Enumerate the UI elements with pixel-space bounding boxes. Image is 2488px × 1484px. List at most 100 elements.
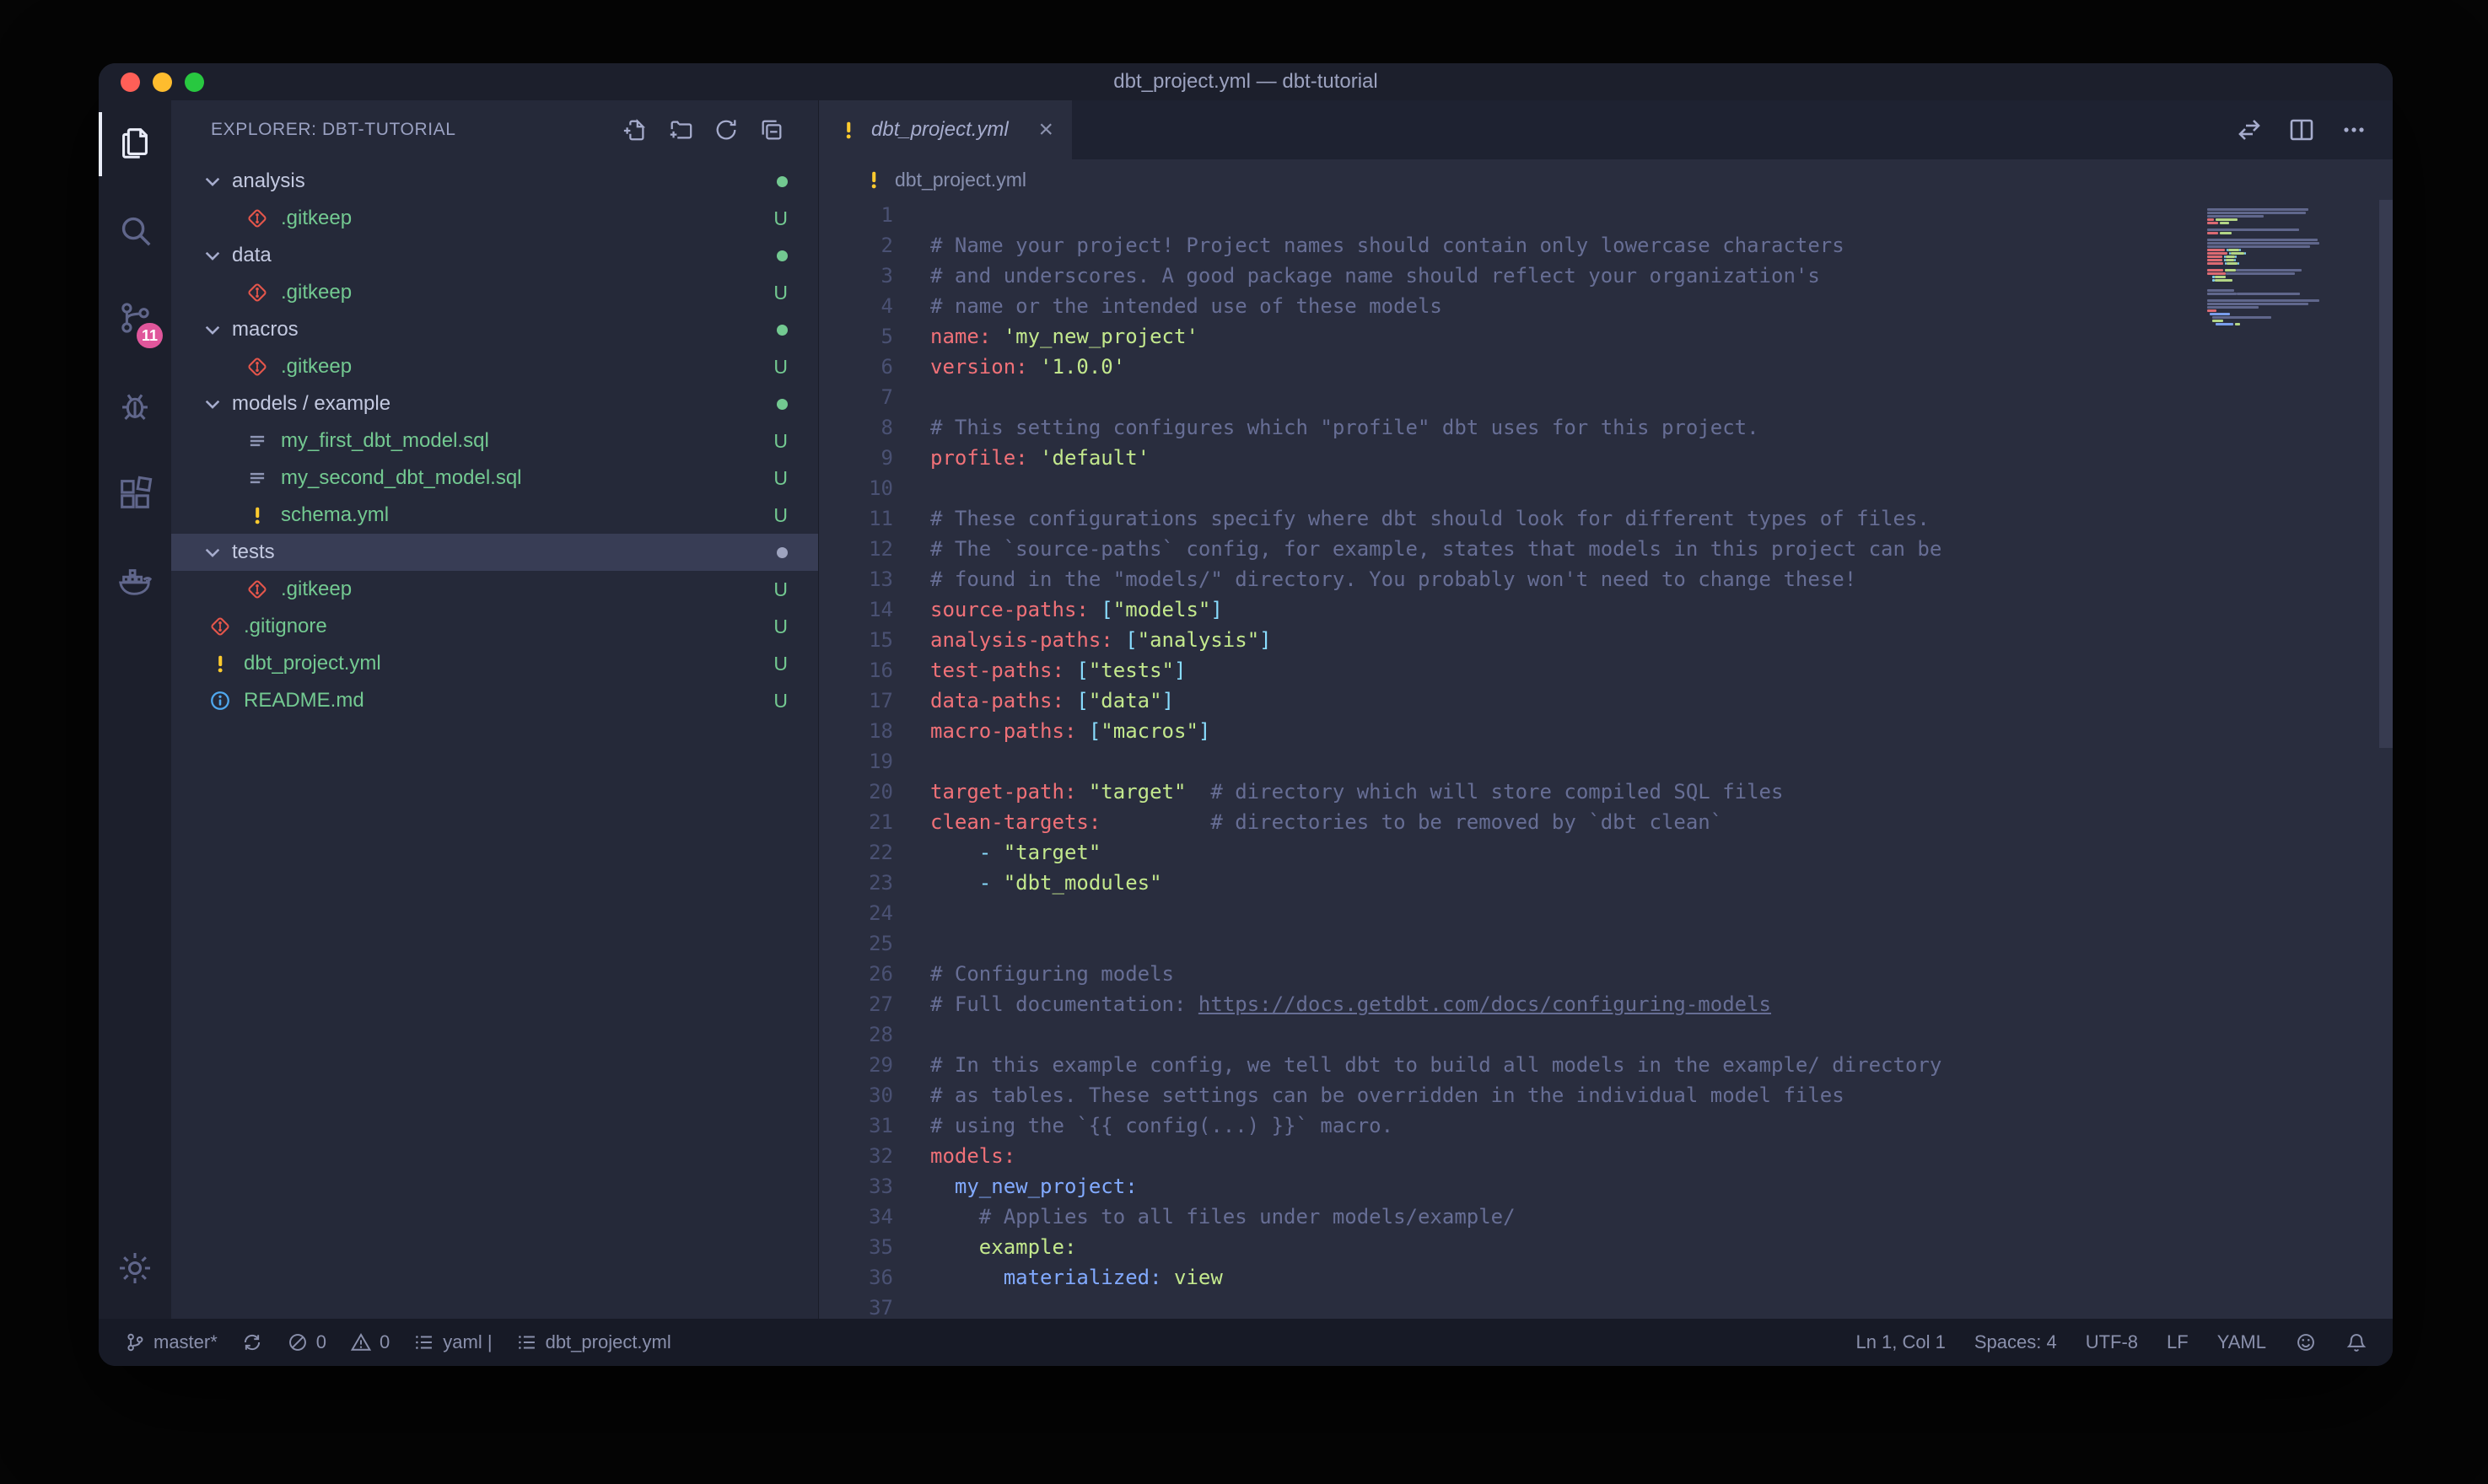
code-line-23[interactable]: 23 - "dbt_modules" (819, 868, 2393, 898)
activity-debug[interactable] (99, 363, 171, 451)
status-encoding[interactable]: UTF-8 (2086, 1331, 2138, 1353)
code-text: example: (893, 1232, 1076, 1262)
code-line-25[interactable]: 25 (819, 928, 2393, 959)
status-feedback[interactable] (2295, 1331, 2317, 1353)
code-area: 12# Name your project! Project names sho… (819, 200, 2393, 1319)
status-active-file[interactable]: dbt_project.yml (516, 1331, 671, 1353)
status-cursor-position[interactable]: Ln 1, Col 1 (1855, 1331, 1945, 1353)
minimap[interactable] (2207, 205, 2359, 330)
git-file-icon (245, 281, 269, 304)
new-file-button[interactable] (622, 117, 648, 142)
activity-search[interactable] (99, 188, 171, 276)
tree-item-my-first-dbt-model-sql[interactable]: my_first_dbt_model.sqlU (171, 422, 818, 460)
activity-docker[interactable] (99, 539, 171, 626)
code-line-20[interactable]: 20target-path: "target" # directory whic… (819, 777, 2393, 807)
code-line-28[interactable]: 28 (819, 1019, 2393, 1050)
tree-item-data[interactable]: data (171, 237, 818, 274)
more-actions-button[interactable] (2340, 116, 2367, 143)
code-line-32[interactable]: 32models: (819, 1141, 2393, 1171)
status-warnings[interactable]: 0 (350, 1331, 390, 1353)
code-text: materialized: view (893, 1262, 1223, 1293)
code-line-19[interactable]: 19 (819, 746, 2393, 777)
code-line-26[interactable]: 26# Configuring models (819, 959, 2393, 989)
code-line-1[interactable]: 1 (819, 200, 2393, 230)
tree-item-tests[interactable]: tests (171, 534, 818, 571)
code-line-17[interactable]: 17data-paths: ["data"] (819, 686, 2393, 716)
breadcrumb[interactable]: dbt_project.yml (819, 159, 2393, 200)
collapse-folders-button[interactable] (759, 117, 784, 142)
activity-explorer[interactable] (99, 100, 171, 188)
code-line-35[interactable]: 35 example: (819, 1232, 2393, 1262)
open-changes-button[interactable] (2236, 116, 2263, 143)
code-line-18[interactable]: 18macro-paths: ["macros"] (819, 716, 2393, 746)
tree-item-gitkeep[interactable]: .gitkeepU (171, 274, 818, 311)
tree-item-readme-md[interactable]: README.mdU (171, 682, 818, 719)
code-line-37[interactable]: 37 (819, 1293, 2393, 1319)
tab-close-icon[interactable]: × (1038, 117, 1053, 142)
line-number: 29 (819, 1050, 893, 1080)
code-line-31[interactable]: 31# using the `{{ config(...) }}` macro. (819, 1110, 2393, 1141)
tree-item-dbt-project-yml[interactable]: dbt_project.ymlU (171, 645, 818, 682)
code-line-10[interactable]: 10 (819, 473, 2393, 503)
line-number: 24 (819, 898, 893, 928)
git-untracked-badge: U (773, 504, 788, 527)
code-line-29[interactable]: 29# In this example config, we tell dbt … (819, 1050, 2393, 1080)
code-line-12[interactable]: 12# The `source-paths` config, for examp… (819, 534, 2393, 564)
status-git-branch[interactable]: master* (124, 1331, 218, 1353)
split-editor-button[interactable] (2288, 116, 2315, 143)
editor[interactable]: 12# Name your project! Project names sho… (819, 200, 2393, 1319)
tree-item-models-example[interactable]: models / example (171, 385, 818, 422)
code-line-30[interactable]: 30# as tables. These settings can be ove… (819, 1080, 2393, 1110)
code-line-27[interactable]: 27# Full documentation: https://docs.get… (819, 989, 2393, 1019)
status-notifications[interactable] (2345, 1331, 2367, 1353)
code-line-7[interactable]: 7 (819, 382, 2393, 412)
code-line-8[interactable]: 8# This setting configures which "profil… (819, 412, 2393, 443)
code-line-14[interactable]: 14source-paths: ["models"] (819, 594, 2393, 625)
zoom-window-button[interactable] (185, 73, 204, 92)
refresh-explorer-button[interactable] (714, 117, 739, 142)
code-text: # Name your project! Project names shoul… (893, 230, 1844, 261)
status-language-mode[interactable]: YAML (2217, 1331, 2266, 1353)
minimize-window-button[interactable] (153, 73, 172, 92)
code-line-3[interactable]: 3# and underscores. A good package name … (819, 261, 2393, 291)
code-line-33[interactable]: 33 my_new_project: (819, 1171, 2393, 1202)
code-line-36[interactable]: 36 materialized: view (819, 1262, 2393, 1293)
code-text: clean-targets: # directories to be remov… (893, 807, 1722, 837)
code-line-11[interactable]: 11# These configurations specify where d… (819, 503, 2393, 534)
activity-source-control[interactable]: 11 (99, 276, 171, 363)
code-line-21[interactable]: 21clean-targets: # directories to be rem… (819, 807, 2393, 837)
tree-item-gitkeep[interactable]: .gitkeepU (171, 200, 818, 237)
code-line-9[interactable]: 9profile: 'default' (819, 443, 2393, 473)
code-line-16[interactable]: 16test-paths: ["tests"] (819, 655, 2393, 686)
code-line-34[interactable]: 34 # Applies to all files under models/e… (819, 1202, 2393, 1232)
tree-item-gitkeep[interactable]: .gitkeepU (171, 571, 818, 608)
close-window-button[interactable] (121, 73, 140, 92)
code-text: # using the `{{ config(...) }}` macro. (893, 1110, 1393, 1141)
tree-item-macros[interactable]: macros (171, 311, 818, 348)
scrollbar-thumb[interactable] (2379, 200, 2393, 748)
status-indentation[interactable]: Spaces: 4 (1974, 1331, 2057, 1353)
tree-item-schema-yml[interactable]: schema.ymlU (171, 497, 818, 534)
code-line-22[interactable]: 22 - "target" (819, 837, 2393, 868)
code-line-6[interactable]: 6version: '1.0.0' (819, 352, 2393, 382)
code-line-13[interactable]: 13# found in the "models/" directory. Yo… (819, 564, 2393, 594)
code-line-24[interactable]: 24 (819, 898, 2393, 928)
activity-settings[interactable] (99, 1226, 171, 1314)
line-number: 19 (819, 746, 893, 777)
status-eol[interactable]: LF (2167, 1331, 2189, 1353)
code-line-2[interactable]: 2# Name your project! Project names shou… (819, 230, 2393, 261)
activity-extensions[interactable] (99, 451, 171, 539)
status-sync[interactable] (241, 1331, 263, 1353)
code-line-4[interactable]: 4# name or the intended use of these mod… (819, 291, 2393, 321)
tree-item-my-second-dbt-model-sql[interactable]: my_second_dbt_model.sqlU (171, 460, 818, 497)
tree-item-gitkeep[interactable]: .gitkeepU (171, 348, 818, 385)
code-line-15[interactable]: 15analysis-paths: ["analysis"] (819, 625, 2393, 655)
status-errors[interactable]: 0 (287, 1331, 326, 1353)
status-yaml-schema[interactable]: yaml | (413, 1331, 492, 1353)
new-folder-button[interactable] (668, 117, 693, 142)
tree-item-gitignore[interactable]: .gitignoreU (171, 608, 818, 645)
tree-item-analysis[interactable]: analysis (171, 163, 818, 200)
code-line-5[interactable]: 5name: 'my_new_project' (819, 321, 2393, 352)
tab-dbt-project-yml[interactable]: dbt_project.yml × (819, 100, 1072, 159)
explorer-title: EXPLORER: DBT-TUTORIAL (211, 120, 456, 140)
